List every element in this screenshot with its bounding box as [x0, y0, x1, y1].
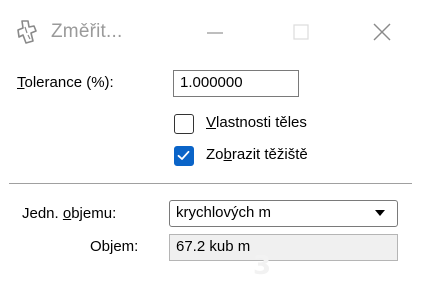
tolerance-input[interactable]: 1.000000 [173, 70, 299, 97]
tolerance-label: Tolerance (%): [17, 74, 114, 91]
minimize-button[interactable] [197, 16, 233, 48]
measure-tool-icon [17, 20, 37, 44]
solid-properties-checkbox[interactable] [174, 114, 194, 134]
solid-properties-label[interactable]: Vlastnosti těles [206, 114, 307, 131]
close-icon [373, 23, 391, 41]
section-divider [9, 183, 412, 184]
volume-units-label: Jedn. objemu: [22, 205, 117, 222]
checkmark-icon [177, 150, 190, 160]
show-centroid-checkbox[interactable] [174, 146, 194, 166]
volume-value-field: 67.2 kub m [169, 234, 398, 261]
show-centroid-label[interactable]: Zobrazit těžiště [206, 146, 308, 163]
close-button[interactable] [364, 16, 400, 48]
volume-overlay-digit: 3 [253, 251, 272, 281]
window-title: Změřit... [51, 21, 123, 42]
minimize-icon [207, 32, 223, 34]
chevron-down-icon [375, 210, 385, 216]
title-bar: Změřit... [0, 0, 421, 64]
volume-units-select[interactable]: krychlových m [169, 200, 398, 227]
maximize-button[interactable] [283, 16, 319, 48]
maximize-icon [293, 24, 309, 40]
volume-label: Objem: [90, 238, 139, 255]
